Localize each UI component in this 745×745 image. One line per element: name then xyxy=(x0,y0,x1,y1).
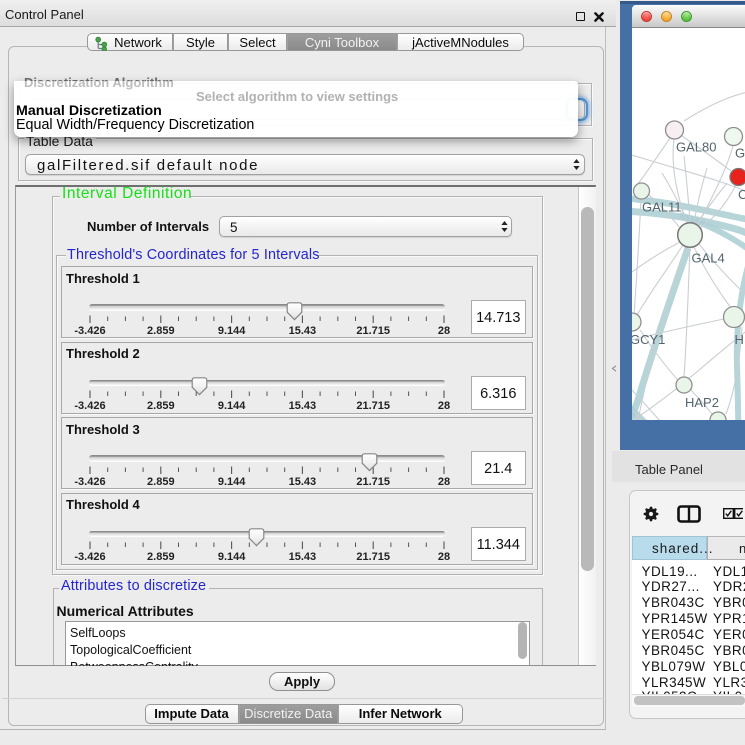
svg-text:HAP2: HAP2 xyxy=(685,395,719,410)
svg-text:GAL4: GAL4 xyxy=(692,251,725,266)
svg-text:C: C xyxy=(738,187,745,202)
svg-text:GAL80: GAL80 xyxy=(676,140,716,155)
svg-text:GCY1: GCY1 xyxy=(632,332,665,347)
svg-text:GAL11: GAL11 xyxy=(642,200,682,215)
svg-text:HI: HI xyxy=(735,332,745,347)
svg-text:GA: GA xyxy=(735,146,745,161)
